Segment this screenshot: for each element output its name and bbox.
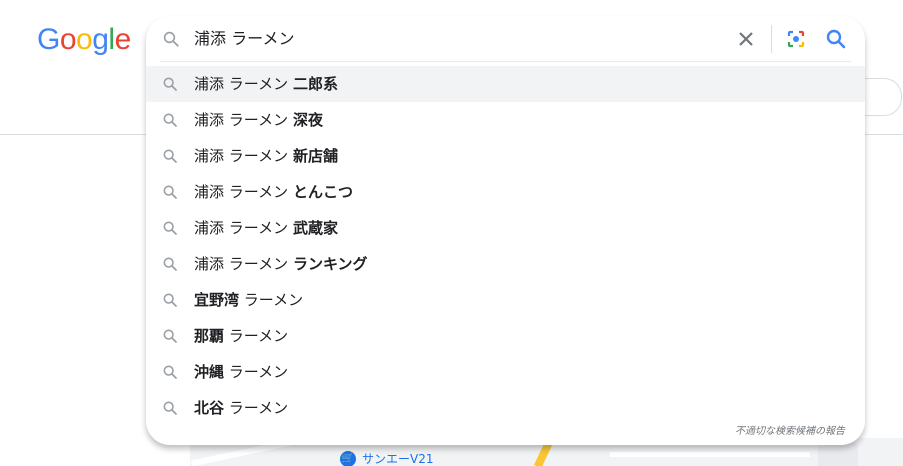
suggestion-list: 浦添 ラーメン 二郎系 浦添 ラーメン 深夜 浦添 ラーメン 新店舗 浦添 ラーメン … xyxy=(146,66,865,426)
map-control-button[interactable] xyxy=(818,442,858,466)
search-icon xyxy=(162,184,178,200)
suggestion-item[interactable]: 宜野湾 ラーメン xyxy=(146,282,865,318)
close-icon xyxy=(739,32,753,46)
suggestion-plain-prefix: 浦添 ラーメン xyxy=(194,75,293,93)
shopping-cart-icon: 🛒 xyxy=(340,450,356,466)
suggestion-text: 浦添 ラーメン 武蔵家 xyxy=(194,218,338,238)
suggestion-plain-prefix: 浦添 ラーメン xyxy=(194,111,293,129)
suggestion-plain-suffix: ラーメン xyxy=(224,327,289,345)
search-icon xyxy=(162,364,178,380)
map-poi-label: サンエーV21 xyxy=(362,452,434,466)
suggestion-text: 宜野湾 ラーメン xyxy=(194,290,303,310)
suggestion-item[interactable]: 浦添 ラーメン 武蔵家 xyxy=(146,210,865,246)
report-suggestions-link[interactable]: 不適切な検索候補の報告 xyxy=(735,422,845,437)
suggestion-text: 那覇 ラーメン xyxy=(194,326,288,346)
suggestion-plain-suffix: ラーメン xyxy=(224,363,289,381)
suggestion-bold-part: 北谷 xyxy=(194,399,225,417)
suggestion-plain-prefix: 浦添 ラーメン xyxy=(194,255,293,273)
suggestion-plain-suffix: ラーメン xyxy=(224,399,289,417)
search-icon xyxy=(162,328,178,344)
map-poi[interactable]: 🛒 サンエーV21 xyxy=(340,450,433,466)
search-icon xyxy=(826,29,846,49)
google-logo[interactable]: Google xyxy=(37,24,131,56)
suggestion-plain-prefix: 浦添 ラーメン xyxy=(194,219,293,237)
logo-letter: o xyxy=(76,23,93,56)
search-by-image-button[interactable] xyxy=(784,27,808,51)
suggestion-bold-part: 新店舗 xyxy=(292,147,338,165)
search-bar[interactable]: 浦添 ラーメン xyxy=(146,16,865,62)
google-search-button[interactable] xyxy=(824,27,848,51)
suggestion-plain-prefix: 浦添 ラーメン xyxy=(194,183,293,201)
logo-letter: o xyxy=(59,23,77,56)
search-icon xyxy=(162,400,178,416)
search-suggest-panel: 浦添 ラーメン 浦添 ラーメン 二郎系 浦添 ラーメン 深夜 浦添 ラーメン 新店舗… xyxy=(146,16,865,445)
suggestion-item[interactable]: 北谷 ラーメン xyxy=(146,390,865,426)
logo-letter: G xyxy=(37,23,60,56)
search-icon xyxy=(162,148,178,164)
suggestion-item[interactable]: 浦添 ラーメン 二郎系 xyxy=(146,66,865,102)
suggestion-text: 浦添 ラーメン ランキング xyxy=(194,254,368,274)
suggestion-bold-part: 那覇 xyxy=(194,327,225,345)
suggestion-text: 浦添 ラーメン 深夜 xyxy=(194,110,323,130)
search-input[interactable]: 浦添 ラーメン xyxy=(194,28,294,50)
suggestion-text: 沖縄 ラーメン xyxy=(194,362,288,382)
logo-letter: e xyxy=(114,23,132,56)
suggestion-item[interactable]: 浦添 ラーメン ランキング xyxy=(146,246,865,282)
suggestion-item[interactable]: 浦添 ラーメン とんこつ xyxy=(146,174,865,210)
search-icon xyxy=(162,292,178,308)
search-icon xyxy=(162,112,178,128)
map-road xyxy=(610,452,810,457)
suggestion-plain-prefix: 浦添 ラーメン xyxy=(194,147,293,165)
suggestion-plain-suffix: ラーメン xyxy=(239,291,304,309)
suggestion-item[interactable]: 沖縄 ラーメン xyxy=(146,354,865,390)
suggestion-bold-part: とんこつ xyxy=(292,183,353,201)
clear-search-button[interactable] xyxy=(734,27,758,51)
suggestion-bold-part: 深夜 xyxy=(292,111,323,129)
logo-letter: g xyxy=(92,23,109,56)
suggestion-bold-part: 沖縄 xyxy=(194,363,225,381)
divider xyxy=(160,61,851,62)
suggestion-bold-part: 武蔵家 xyxy=(292,219,338,237)
suggestion-text: 浦添 ラーメン 新店舗 xyxy=(194,146,338,166)
suggestion-bold-part: ランキング xyxy=(292,255,368,273)
search-icon xyxy=(162,76,178,92)
suggestion-item[interactable]: 浦添 ラーメン 深夜 xyxy=(146,102,865,138)
camera-lens-icon xyxy=(787,30,805,48)
search-icon xyxy=(162,256,178,272)
suggestion-bold-part: 宜野湾 xyxy=(194,291,240,309)
suggestion-text: 北谷 ラーメン xyxy=(194,398,288,418)
suggestion-text: 浦添 ラーメン とんこつ xyxy=(194,182,353,202)
suggestion-bold-part: 二郎系 xyxy=(292,75,338,93)
suggestion-text: 浦添 ラーメン 二郎系 xyxy=(194,74,338,94)
search-icon xyxy=(162,220,178,236)
suggestion-item[interactable]: 浦添 ラーメン 新店舗 xyxy=(146,138,865,174)
separator xyxy=(771,25,772,53)
search-icon xyxy=(162,30,180,52)
suggestion-item[interactable]: 那覇 ラーメン xyxy=(146,318,865,354)
